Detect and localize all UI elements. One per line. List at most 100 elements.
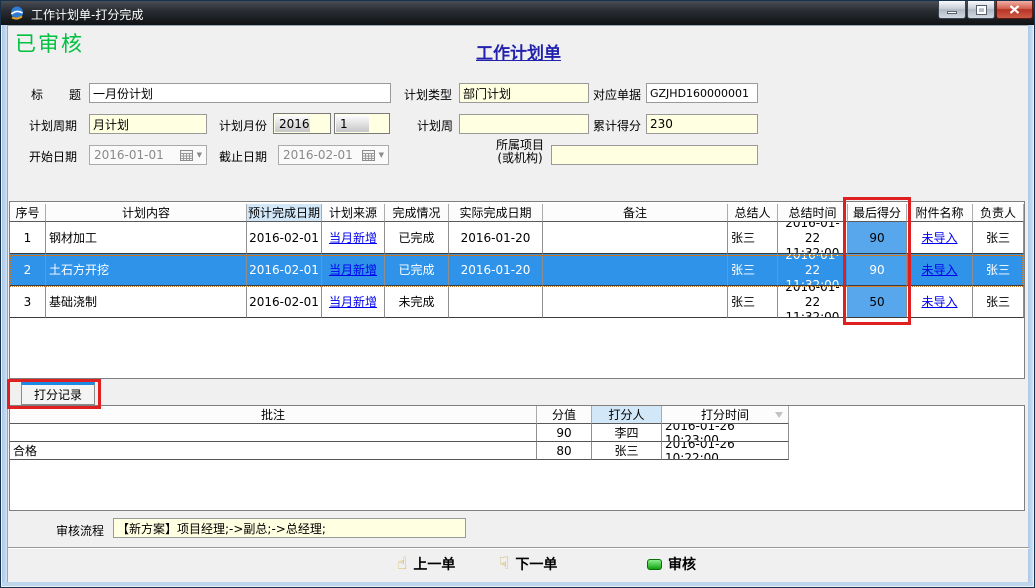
table-cell: 土石方开挖 [46, 254, 247, 286]
table-cell: 张三 [728, 286, 778, 318]
next-button[interactable]: ☟ 下一单 [499, 552, 557, 576]
minimize-icon [947, 11, 957, 14]
titlebar: 工作计划单-打分完成 [1, 1, 1034, 25]
attachment-link[interactable]: 未导入 [921, 229, 957, 246]
column-header[interactable]: 打分时间 [662, 406, 789, 424]
table-cell: 未导入 [907, 286, 973, 318]
table-cell: 2016-01-20 [449, 254, 543, 286]
column-header[interactable]: 附件名称 [907, 204, 973, 222]
flow-label: 审核流程 [56, 522, 106, 539]
column-header[interactable]: 完成情况 [385, 204, 449, 222]
month-label: 计划月份 [219, 117, 269, 134]
maximize-button[interactable] [967, 1, 995, 19]
table-cell: 2016-01-22 11:32:00 [778, 254, 848, 286]
total-score-label: 累计得分 [593, 117, 643, 134]
dropdown-arrow-icon: ▼ [197, 151, 202, 159]
window-border-bottom [2, 582, 1033, 586]
page-title: 工作计划单 [476, 44, 561, 64]
plan-table-panel: 序号 计划内容 预计完成日期 计划来源 完成情况 实际完成日期 备注 总结人 总… [9, 201, 1025, 379]
start-date-picker[interactable]: 2016-01-01 ▼ [89, 145, 207, 165]
week-field[interactable] [459, 114, 589, 134]
project-label: 所属项目 (或机构) [491, 139, 549, 165]
table-cell: 当月新增 [322, 286, 385, 318]
table-cell: 张三 [728, 222, 778, 254]
column-header[interactable]: 实际完成日期 [449, 204, 543, 222]
table-cell: 钢材加工 [46, 222, 247, 254]
table-cell: 已完成 [385, 222, 449, 254]
table-cell: 张三 [973, 286, 1024, 318]
column-header[interactable]: 最后得分 [848, 204, 907, 222]
column-header[interactable]: 负责人 [973, 204, 1024, 222]
score-records-panel: 批注 分值 打分人 打分时间 90 李四 2016-01-26 10:23:00… [9, 405, 1025, 511]
final-score-cell: 90 [848, 254, 907, 286]
close-button[interactable] [996, 1, 1033, 19]
close-icon [1009, 5, 1020, 14]
title-field[interactable] [89, 83, 391, 103]
attachment-link[interactable]: 未导入 [921, 261, 957, 278]
table-cell: 李四 [592, 424, 662, 442]
table-cell: 张三 [728, 254, 778, 286]
year-spinner[interactable]: 2016 [273, 113, 331, 134]
table-cell: 80 [537, 442, 592, 460]
column-header[interactable]: 总结时间 [778, 204, 848, 222]
table-cell [10, 424, 537, 442]
final-score-cell: 90 [848, 222, 907, 254]
prev-button[interactable]: ☝ 上一单 [397, 552, 455, 576]
final-score-cell: 50 [848, 286, 907, 318]
table-cell: 未导入 [907, 254, 973, 286]
audit-button[interactable]: 审核 [647, 552, 696, 576]
table-cell: 张三 [973, 254, 1024, 286]
flow-field[interactable] [113, 518, 466, 538]
column-header[interactable]: 预计完成日期 [247, 204, 322, 222]
doc-no-field[interactable] [646, 83, 758, 103]
table-cell: 基础浇制 [46, 286, 247, 318]
project-field[interactable] [551, 145, 758, 165]
minimize-button[interactable] [938, 1, 966, 19]
table-cell: 2016-02-01 [247, 254, 322, 286]
plan-type-field[interactable] [459, 83, 589, 103]
column-header[interactable]: 批注 [10, 406, 537, 424]
title-label: 标 题 [31, 86, 81, 103]
table-cell: 3 [10, 286, 46, 318]
column-header[interactable]: 备注 [543, 204, 728, 222]
source-link[interactable]: 当月新增 [329, 229, 377, 246]
week-label: 计划周 [405, 117, 453, 134]
total-score-field[interactable] [646, 114, 758, 134]
table-cell: 未完成 [385, 286, 449, 318]
table-cell [543, 254, 728, 286]
cycle-label: 计划周期 [29, 117, 79, 134]
column-header[interactable]: 总结人 [728, 204, 778, 222]
hand-down-icon: ☟ [499, 556, 509, 573]
table-cell: 合格 [10, 442, 537, 460]
app-icon [9, 5, 25, 21]
window-border-left [2, 25, 7, 586]
divider [8, 547, 1029, 549]
table-cell: 未导入 [907, 222, 973, 254]
column-header[interactable]: 计划内容 [46, 204, 247, 222]
audit-icon [647, 559, 662, 570]
end-date-value: 2016-02-01 [283, 148, 362, 162]
table-cell [543, 286, 728, 318]
table-cell: 90 [537, 424, 592, 442]
table-cell [543, 222, 728, 254]
attachment-link[interactable]: 未导入 [921, 293, 957, 310]
dropdown-arrow-icon: ▼ [379, 151, 384, 159]
column-header[interactable]: 序号 [10, 204, 46, 222]
column-header[interactable]: 分值 [537, 406, 592, 424]
plan-type-label: 计划类型 [404, 86, 454, 103]
end-date-picker[interactable]: 2016-02-01 ▼ [278, 145, 389, 165]
calendar-icon [180, 149, 193, 161]
source-link[interactable]: 当月新增 [329, 261, 377, 278]
cycle-field[interactable] [89, 114, 207, 134]
column-header[interactable]: 打分人 [592, 406, 662, 424]
month-spinner[interactable]: 1 [334, 113, 390, 134]
app-window: 工作计划单-打分完成 已审核 工作计划单 标 题 计划类型 对应单据 计划周期 … [0, 0, 1035, 588]
table-cell: 张三 [592, 442, 662, 460]
table-cell: 2 [10, 254, 46, 286]
source-link[interactable]: 当月新增 [329, 293, 377, 310]
tab-score-records[interactable]: 打分记录 [21, 382, 95, 405]
next-button-label: 下一单 [515, 554, 557, 574]
table-cell: 1 [10, 222, 46, 254]
column-header[interactable]: 计划来源 [322, 204, 385, 222]
table-cell: 已完成 [385, 254, 449, 286]
